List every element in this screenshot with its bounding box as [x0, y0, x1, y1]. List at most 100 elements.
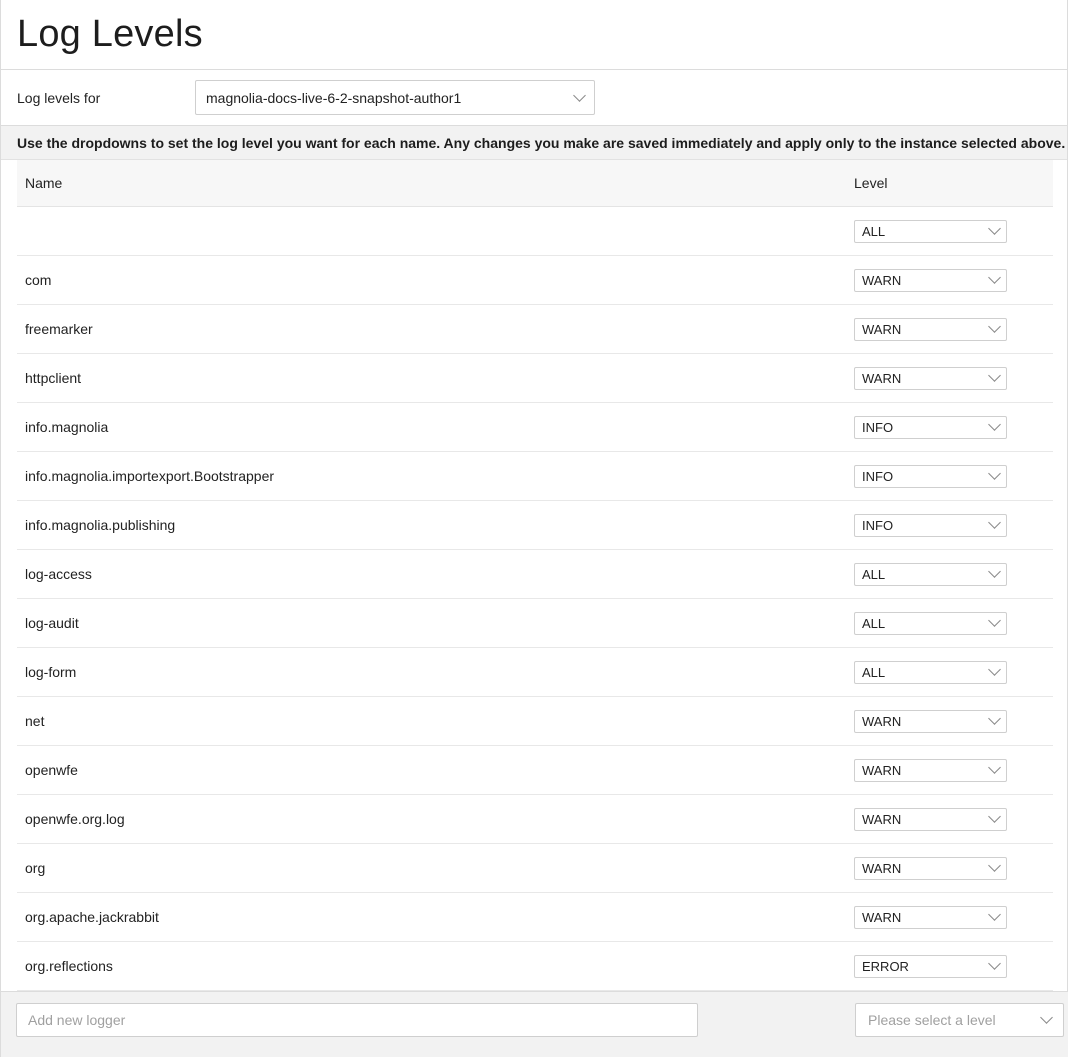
logger-name: log-form — [25, 664, 77, 680]
chevron-down-icon — [988, 908, 1001, 921]
level-cell: INFO — [854, 464, 1053, 488]
table-row: com WARN — [17, 256, 1053, 305]
level-select-value: WARN — [862, 909, 902, 925]
table-row: ALL — [17, 207, 1053, 256]
table-row: httpclient WARN — [17, 354, 1053, 403]
level-select[interactable]: ALL — [854, 611, 1007, 635]
logger-name: org.apache.jackrabbit — [25, 909, 159, 925]
instance-select[interactable]: magnolia-docs-live-6-2-snapshot-author1 — [195, 80, 595, 115]
column-header-level: Level — [854, 175, 888, 191]
table-row: openwfe.org.log WARN — [17, 795, 1053, 844]
level-select[interactable]: ALL — [854, 660, 1007, 684]
level-cell: WARN — [854, 317, 1053, 341]
chevron-down-icon — [988, 467, 1001, 480]
level-select[interactable]: INFO — [854, 513, 1007, 537]
level-select-value: ERROR — [862, 958, 909, 974]
table-row: log-audit ALL — [17, 599, 1053, 648]
logger-name: httpclient — [25, 370, 82, 386]
level-select[interactable]: WARN — [854, 366, 1007, 390]
level-cell: WARN — [854, 856, 1053, 880]
chevron-down-icon — [988, 810, 1001, 823]
level-cell: WARN — [854, 758, 1053, 782]
logger-name: freemarker — [25, 321, 93, 337]
level-select[interactable]: INFO — [854, 464, 1007, 488]
level-select-value: WARN — [862, 713, 902, 729]
level-select-value: WARN — [862, 762, 902, 778]
level-cell: ALL — [854, 660, 1053, 684]
table-row: info.magnolia.importexport.Bootstrapper I… — [17, 452, 1053, 501]
level-select-value: ALL — [862, 615, 886, 631]
level-select[interactable]: WARN — [854, 905, 1007, 929]
table-body: ALL com WARN freemarker WARN httpclient WARN in… — [17, 207, 1053, 991]
chevron-down-icon — [988, 663, 1001, 676]
column-header-name: Name — [25, 175, 63, 191]
table-header: Name Level — [17, 160, 1053, 207]
chevron-down-icon — [988, 418, 1001, 431]
logger-name: org.reflections — [25, 958, 113, 974]
table-row: info.magnolia.publishing INFO — [17, 501, 1053, 550]
logger-name: log-audit — [25, 615, 79, 631]
table-row: info.magnolia INFO — [17, 403, 1053, 452]
chevron-down-icon — [1040, 1011, 1053, 1024]
logger-name: log-access — [25, 566, 92, 582]
level-cell: INFO — [854, 415, 1053, 439]
level-cell: ALL — [854, 562, 1053, 586]
chevron-down-icon — [988, 712, 1001, 725]
logger-name: openwfe.org.log — [25, 811, 125, 827]
level-cell: WARN — [854, 268, 1053, 292]
logger-name: info.magnolia — [25, 419, 109, 435]
chevron-down-icon — [988, 761, 1001, 774]
level-select-value: WARN — [862, 860, 902, 876]
level-select[interactable]: ERROR — [854, 954, 1007, 978]
info-bar: Use the dropdowns to set the log level y… — [1, 126, 1067, 160]
chevron-down-icon — [988, 565, 1001, 578]
level-select-value: ALL — [862, 566, 886, 582]
new-logger-input[interactable] — [16, 1003, 698, 1037]
level-cell: ALL — [854, 219, 1053, 243]
instance-select-value: magnolia-docs-live-6-2-snapshot-author1 — [206, 89, 462, 106]
logger-name: org — [25, 860, 46, 876]
level-cell: WARN — [854, 709, 1053, 733]
level-cell: WARN — [854, 905, 1053, 929]
log-levels-table: Name Level ALL com WARN freemarker WARN httpc… — [17, 160, 1053, 991]
level-select[interactable]: WARN — [854, 709, 1007, 733]
level-select-value: WARN — [862, 811, 902, 827]
chevron-down-icon — [988, 614, 1001, 627]
table-row: log-form ALL — [17, 648, 1053, 697]
chevron-down-icon — [988, 369, 1001, 382]
table-row: log-access ALL — [17, 550, 1053, 599]
level-cell: ALL — [854, 611, 1053, 635]
level-select[interactable]: INFO — [854, 415, 1007, 439]
level-select-value: INFO — [862, 468, 894, 484]
level-select-value: WARN — [862, 321, 902, 337]
chevron-down-icon — [988, 222, 1001, 235]
level-select[interactable]: WARN — [854, 807, 1007, 831]
chevron-down-icon — [988, 516, 1001, 529]
add-logger-footer: Please select a level — [1, 991, 1068, 1057]
logger-name: info.magnolia.publishing — [25, 517, 176, 533]
level-select[interactable]: WARN — [854, 758, 1007, 782]
table-row: net WARN — [17, 697, 1053, 746]
level-select[interactable]: WARN — [854, 317, 1007, 341]
table-row: org.apache.jackrabbit WARN — [17, 893, 1053, 942]
chevron-down-icon — [573, 88, 586, 102]
new-logger-level-select[interactable]: Please select a level — [855, 1003, 1064, 1037]
level-select[interactable]: WARN — [854, 856, 1007, 880]
level-select-value: INFO — [862, 517, 894, 533]
chevron-down-icon — [988, 859, 1001, 872]
level-cell: ERROR — [854, 954, 1053, 978]
instance-selector-row: Log levels for magnolia-docs-live-6-2-sn… — [1, 70, 1067, 126]
page-title: Log Levels — [17, 13, 203, 55]
level-cell: INFO — [854, 513, 1053, 537]
logger-name: com — [25, 272, 52, 288]
level-select[interactable]: WARN — [854, 268, 1007, 292]
level-select-value: INFO — [862, 419, 894, 435]
level-select[interactable]: ALL — [854, 562, 1007, 586]
chevron-down-icon — [988, 271, 1001, 284]
instance-label: Log levels for — [17, 89, 101, 106]
level-select[interactable]: ALL — [854, 219, 1007, 243]
level-select-value: WARN — [862, 272, 902, 288]
chevron-down-icon — [988, 320, 1001, 333]
table-row: org.reflections ERROR — [17, 942, 1053, 991]
level-cell: WARN — [854, 807, 1053, 831]
